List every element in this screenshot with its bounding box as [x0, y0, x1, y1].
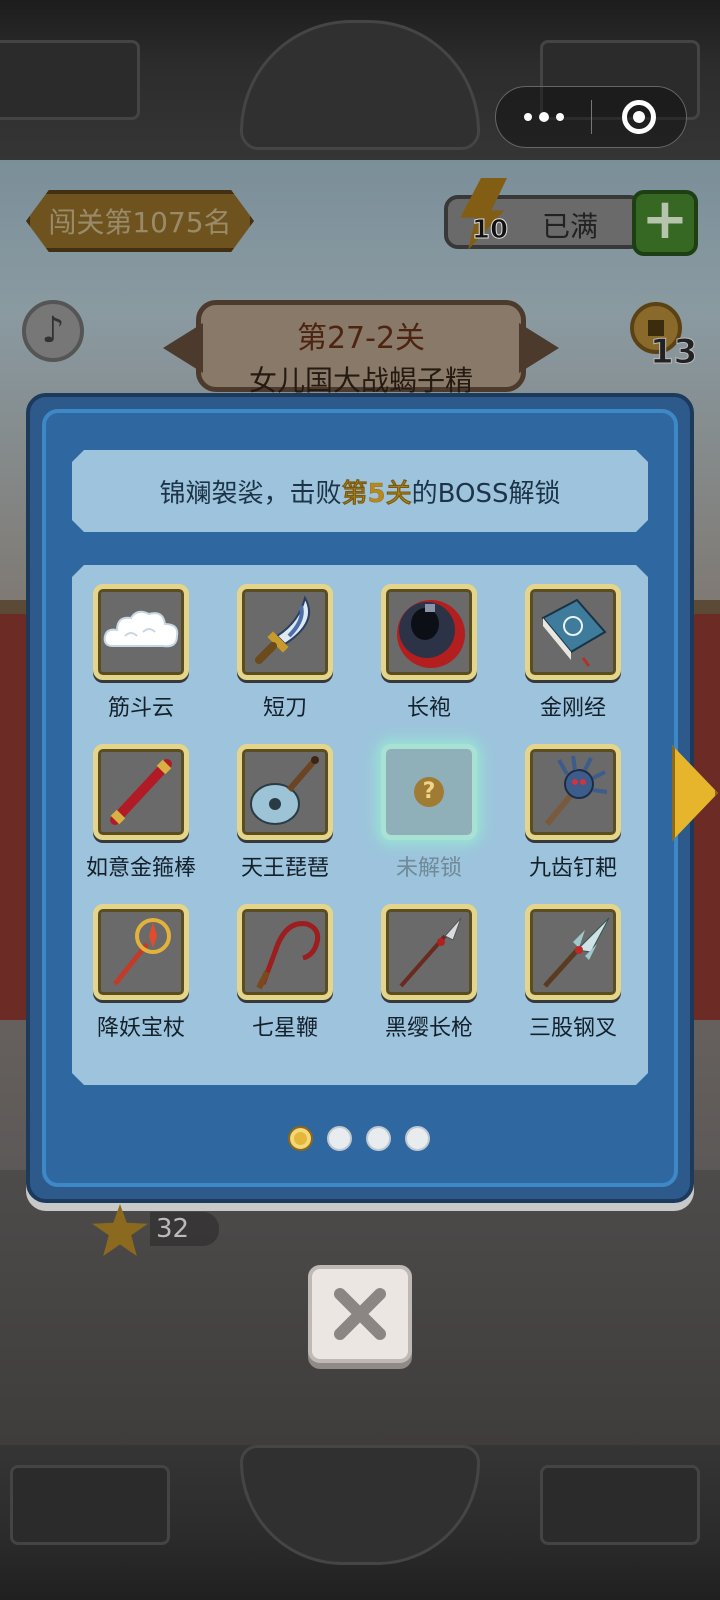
equipment-item-whip[interactable]: 七星鞭 [220, 904, 350, 1042]
rank-badge[interactable]: 闯关第1075名 [26, 190, 254, 252]
level-banner: 第27-2关 女儿国大战蝎子精 [196, 300, 526, 397]
bottom-left-sign [10, 1465, 170, 1545]
item-label: 黑缨长枪 [384, 1016, 473, 1041]
unlock-hint: 锦斓袈裟，击败 第5关 的BOSS解锁 [72, 450, 648, 532]
equipment-item-rake[interactable]: 九齿钉耙 [508, 744, 638, 882]
spear-icon [399, 917, 462, 988]
whip-icon [256, 921, 321, 990]
equipment-item-locked[interactable]: ? 未解锁 [364, 744, 494, 882]
item-label: 降妖宝杖 [96, 1016, 185, 1041]
close-icon [334, 1288, 386, 1340]
dagger-icon [255, 595, 310, 664]
page-dot-3[interactable] [366, 1126, 391, 1151]
page-dot-1[interactable] [288, 1126, 313, 1151]
level-title: 第27-2关 [296, 321, 426, 356]
equipment-item-golden-staff[interactable]: 如意金箍棒 [76, 744, 206, 882]
item-frame [237, 744, 333, 840]
item-frame [525, 744, 621, 840]
equipment-item-robe[interactable]: 长袍 [364, 584, 494, 722]
star-count: 32 [150, 1212, 220, 1246]
hint-prefix: 锦斓袈裟，击败 [159, 478, 342, 509]
item-frame [381, 584, 477, 680]
item-label: 如意金箍棒 [85, 856, 196, 881]
energy-status: 已满 [541, 210, 598, 243]
item-label: 短刀 [262, 696, 307, 721]
item-label: 长袍 [406, 696, 451, 721]
item-label: 七星鞭 [251, 1016, 318, 1041]
coin-count: 13 [649, 332, 698, 373]
item-label: 九齿钉耙 [528, 856, 617, 881]
top-left-sign [0, 40, 140, 120]
robe-icon [397, 600, 465, 668]
item-frame [381, 904, 477, 1000]
pipa-lute-icon [250, 756, 319, 825]
equipment-item-spear[interactable]: 黑缨长枪 [364, 904, 494, 1042]
page-indicator [288, 1126, 430, 1151]
energy-count: 10 [471, 215, 509, 246]
close-dialog-button[interactable] [308, 1265, 412, 1363]
sutra-book-icon [541, 598, 607, 667]
item-label: 三股钢叉 [528, 1016, 617, 1041]
exit-miniprogram-button[interactable] [592, 87, 686, 147]
equipment-item-cloud[interactable]: 筋斗云 [76, 584, 206, 722]
page-dot-2[interactable] [327, 1126, 352, 1151]
item-frame [93, 744, 189, 840]
cloud-icon [103, 610, 179, 648]
equipment-item-sutra[interactable]: 金刚经 [508, 584, 638, 722]
page-dot-4[interactable] [405, 1126, 430, 1151]
hint-highlight: 第5关 [341, 478, 412, 509]
top-ornament [240, 20, 480, 150]
item-frame [525, 904, 621, 1000]
item-label: 未解锁 [395, 856, 462, 881]
equipment-item-dagger[interactable]: 短刀 [220, 584, 350, 722]
item-frame [237, 904, 333, 1000]
bottom-decor-band [0, 1445, 720, 1600]
equipment-item-demon-staff[interactable]: 降妖宝杖 [76, 904, 206, 1042]
more-menu-button[interactable] [496, 87, 591, 147]
item-frame: ? [381, 744, 477, 840]
item-frame [93, 584, 189, 680]
nine-tooth-rake-icon [544, 755, 608, 826]
bottom-ornament [240, 1445, 480, 1565]
item-label: 筋斗云 [107, 696, 174, 721]
music-toggle-button[interactable]: ♪ [22, 300, 84, 362]
target-icon [621, 100, 656, 134]
item-label: 天王琵琶 [240, 856, 329, 881]
golden-staff-icon [110, 759, 172, 825]
trident-icon [543, 917, 610, 988]
item-frame [237, 584, 333, 680]
question-mark-icon: ? [414, 777, 444, 807]
equipment-item-trident[interactable]: 三股钢叉 [508, 904, 638, 1042]
item-label: 金刚经 [539, 696, 606, 721]
demon-staff-icon [113, 918, 171, 986]
item-frame [525, 584, 621, 680]
bottom-right-sign [540, 1465, 700, 1545]
miniprogram-capsule [495, 86, 687, 148]
music-note-icon: ♪ [41, 310, 65, 351]
equipment-item-pipa[interactable]: 天王琵琶 [220, 744, 350, 882]
add-energy-button[interactable]: + [632, 190, 698, 256]
hint-suffix: 的BOSS解锁 [411, 478, 561, 509]
item-frame [93, 904, 189, 1000]
